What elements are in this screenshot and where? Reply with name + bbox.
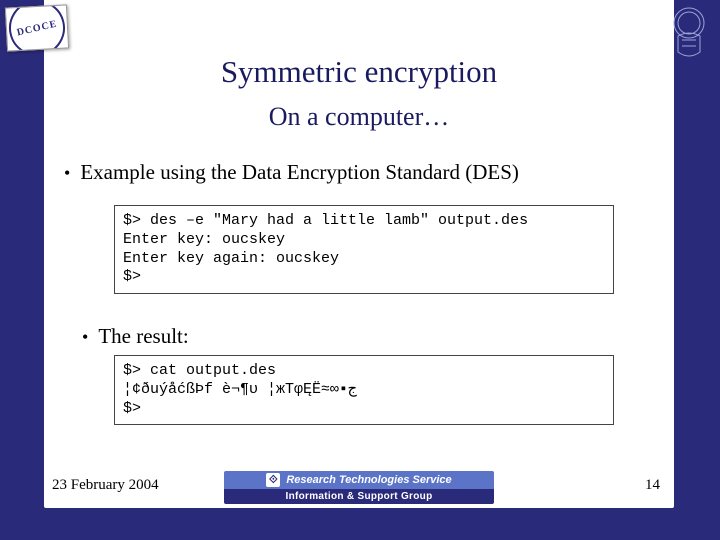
code-block-2: $> cat output.des ¦¢ðuýåćßÞf è¬¶υ ¦жTφĘË… [114,355,614,425]
bullet-dot-icon: • [82,327,88,348]
header-row: DCOCE [6,6,712,64]
slide-body: Symmetric encryption On a computer… • Ex… [44,18,674,508]
footer-banner-top-text: Research Technologies Service [286,474,451,486]
crest-icon [666,6,712,62]
footer-banner-bottom: Information & Support Group [224,489,494,504]
footer-banner-top: ⟐ Research Technologies Service [224,471,494,489]
bullet-2-text: The result: [98,324,188,349]
bullet-dot-icon: • [64,163,70,184]
slide: Symmetric encryption On a computer… • Ex… [0,0,720,540]
slide-footer: 23 February 2004 14 ⟐ Research Technolog… [44,468,674,508]
bullet-1: • Example using the Data Encryption Stan… [64,160,674,185]
chevron-icon: ⟐ [266,473,280,487]
footer-page-number: 14 [645,477,660,494]
bullet-1-text: Example using the Data Encryption Standa… [80,160,519,185]
footer-date: 23 February 2004 [52,477,159,494]
bullet-2: • The result: [82,324,674,349]
footer-banner: ⟐ Research Technologies Service Informat… [224,471,494,504]
slide-subtitle: On a computer… [44,102,674,132]
logo-left-text: DCOCE [5,4,69,51]
logo-left: DCOCE [5,4,69,51]
code-block-1: $> des –e "Mary had a little lamb" outpu… [114,205,614,294]
